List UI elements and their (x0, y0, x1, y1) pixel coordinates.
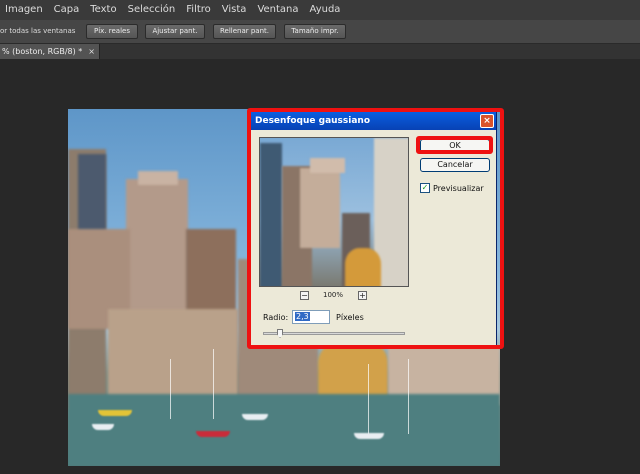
document-tab[interactable]: % (boston, RGB/8) * × (0, 44, 100, 59)
boat-shape (242, 414, 268, 420)
menu-texto[interactable]: Texto (85, 0, 122, 20)
options-bar: or todas las ventanas Píx. reales Ajusta… (0, 20, 640, 44)
menu-imagen[interactable]: Imagen (0, 0, 49, 20)
sailboat-mast (408, 359, 409, 434)
document-tab-title: % (boston, RGB/8) * (2, 47, 83, 56)
boat-shape (196, 431, 230, 437)
menu-ayuda[interactable]: Ayuda (305, 0, 347, 20)
annotation-ok-highlight (416, 136, 493, 154)
document-tab-bar: % (boston, RGB/8) * × (0, 44, 640, 59)
menu-seleccion[interactable]: Selección (123, 0, 182, 20)
fit-screen-button[interactable]: Ajustar pant. (145, 24, 205, 39)
building-shape (108, 309, 238, 399)
boat-shape (92, 424, 114, 430)
fill-screen-button[interactable]: Rellenar pant. (213, 24, 276, 39)
actual-pixels-button[interactable]: Píx. reales (86, 24, 138, 39)
sailboat-mast (170, 359, 171, 419)
menu-ventana[interactable]: Ventana (252, 0, 304, 20)
menu-filtro[interactable]: Filtro (181, 0, 217, 20)
menu-capa[interactable]: Capa (49, 0, 86, 20)
building-shape (138, 171, 178, 185)
boat-shape (354, 433, 384, 439)
menu-vista[interactable]: Vista (217, 0, 253, 20)
menu-bar: Imagen Capa Texto Selección Filtro Vista… (0, 0, 640, 20)
harbor-water (68, 394, 500, 466)
sailboat-mast (368, 364, 369, 434)
scroll-all-windows-label[interactable]: or todas las ventanas (0, 27, 75, 35)
sailboat-mast (213, 349, 214, 419)
boat-shape (98, 410, 132, 416)
close-icon[interactable]: × (88, 44, 95, 59)
print-size-button[interactable]: Tamaño impr. (284, 24, 346, 39)
photoshop-window: Imagen Capa Texto Selección Filtro Vista… (0, 0, 640, 474)
